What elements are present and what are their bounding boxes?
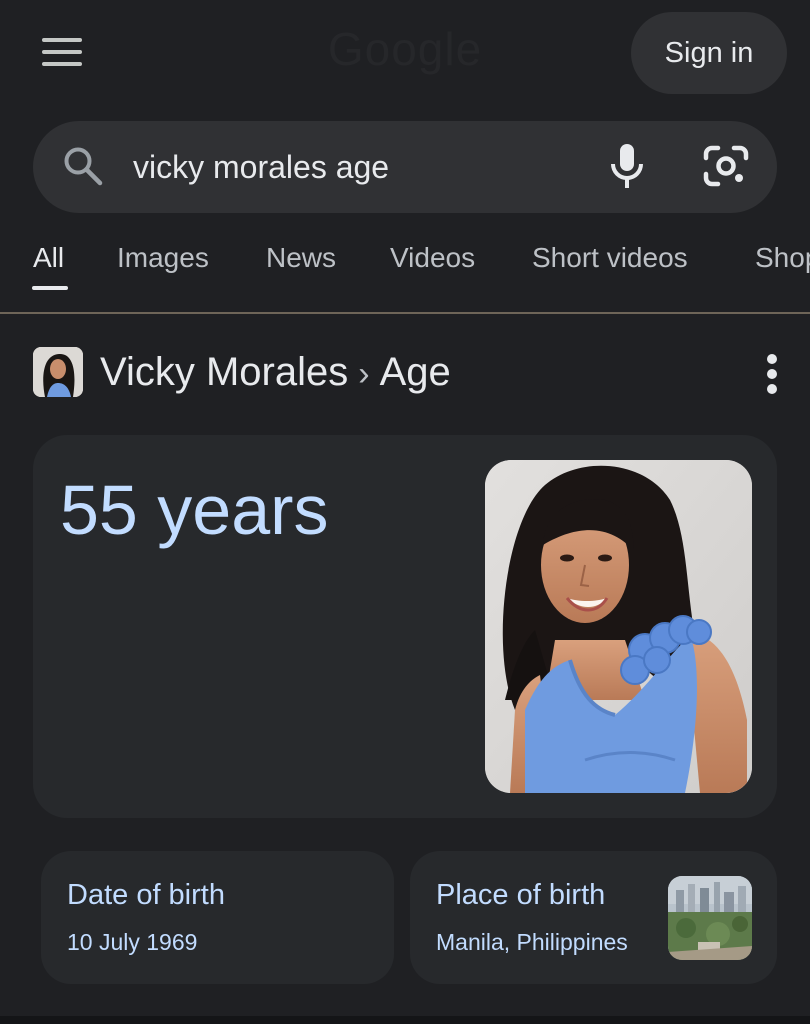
breadcrumb-separator: › bbox=[358, 355, 370, 393]
sign-in-button[interactable]: Sign in bbox=[631, 12, 787, 94]
date-of-birth-label: Date of birth bbox=[67, 879, 225, 911]
header: Google Sign in bbox=[0, 0, 810, 110]
entity-name[interactable]: Vicky Morales bbox=[100, 350, 348, 394]
search-tabs: All Images News Videos Short videos Shop bbox=[0, 232, 810, 314]
avatar[interactable] bbox=[33, 347, 83, 397]
tab-images[interactable]: Images bbox=[117, 242, 209, 274]
manila-city-thumbnail[interactable] bbox=[668, 876, 752, 960]
tab-all[interactable]: All bbox=[33, 242, 64, 274]
tabs-divider bbox=[0, 312, 810, 314]
camera-lens-icon[interactable] bbox=[702, 144, 750, 188]
date-of-birth-value: 10 July 1969 bbox=[67, 929, 198, 955]
search-input[interactable] bbox=[133, 144, 573, 190]
menu-icon[interactable] bbox=[38, 36, 86, 70]
microphone-icon[interactable] bbox=[605, 142, 649, 190]
bottom-bar bbox=[0, 1016, 810, 1024]
active-tab-indicator bbox=[32, 286, 68, 290]
google-logo[interactable]: Google bbox=[300, 22, 510, 78]
tab-videos[interactable]: Videos bbox=[390, 242, 475, 274]
tab-shop[interactable]: Shop bbox=[755, 242, 810, 274]
age-answer: 55 years bbox=[60, 471, 329, 549]
search-icon[interactable] bbox=[62, 145, 104, 187]
more-options-icon[interactable] bbox=[760, 352, 784, 396]
date-of-birth-card[interactable]: Date of birth 10 July 1969 bbox=[41, 851, 394, 984]
place-of-birth-value: Manila, Philippines bbox=[436, 929, 628, 955]
tab-news[interactable]: News bbox=[266, 242, 336, 274]
attribute-name: Age bbox=[379, 350, 451, 394]
tab-short-videos[interactable]: Short videos bbox=[532, 242, 688, 274]
knowledge-title: Vicky Morales › Age bbox=[100, 350, 451, 395]
portrait-image[interactable] bbox=[485, 460, 752, 793]
place-of-birth-label: Place of birth bbox=[436, 879, 606, 911]
place-of-birth-card[interactable]: Place of birth Manila, Philippines bbox=[410, 851, 777, 984]
